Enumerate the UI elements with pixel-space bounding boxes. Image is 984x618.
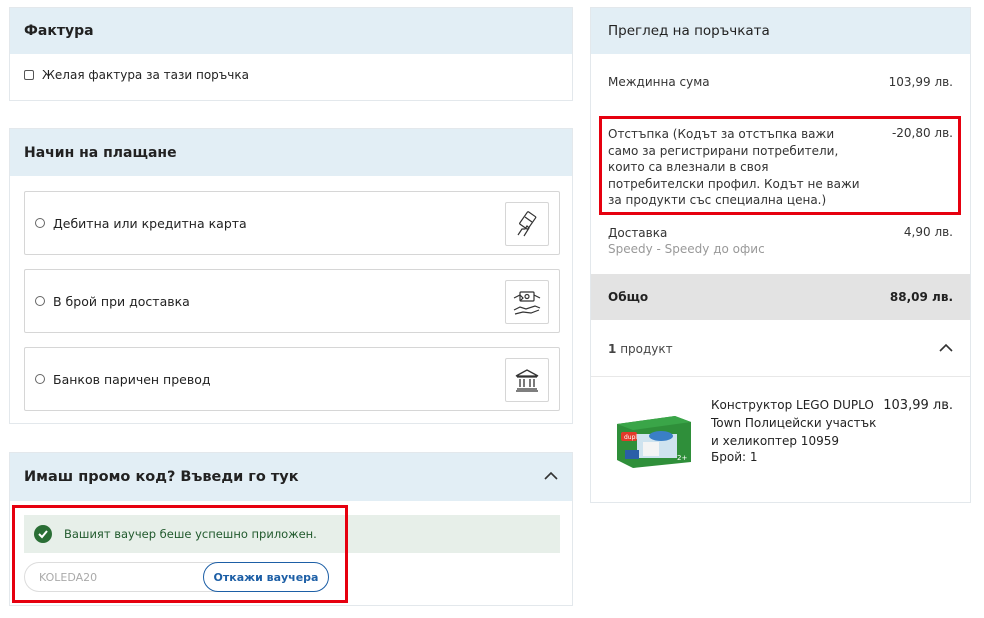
divider [591,376,970,377]
payment-radio-bank[interactable] [35,374,45,384]
invoice-card: Фактура Желая фактура за тази поръчка [9,7,573,101]
payment-option-card[interactable]: Дебитна или кредитна карта [24,191,560,255]
payment-option-label[interactable]: Дебитна или кредитна карта [53,216,247,231]
payment-radio-cash[interactable] [35,296,45,306]
payment-title: Начин на плащане [10,129,572,176]
summary-title: Преглед на поръчката [591,8,970,54]
invoice-checkbox-row[interactable]: Желая фактура за тази поръчка [10,54,572,82]
delivery-label: Доставка [608,226,668,240]
delivery-value: 4,90 лв. [903,225,953,239]
promo-title: Имаш промо код? Въведи го тук [24,469,299,485]
subtotal-label: Междинна сума [608,75,710,89]
payment-card: Начин на плащане Дебитна или кредитна ка… [9,128,573,424]
cash-handover-icon [505,280,549,324]
product-image[interactable]: duplo 2+ [613,412,693,468]
product-count-toggle[interactable]: 1 продукт [608,342,953,356]
subtotal-row: Междинна сума 103,99 лв. [608,75,953,89]
delivery-method: Speedy - Speedy до офис [608,242,765,256]
product-quantity: Брой: 1 [711,450,758,464]
product-name[interactable]: Конструктор LEGO DUPLO Town Полицейски у… [711,396,883,450]
card-hand-icon [505,202,549,246]
total-value: 88,09 лв. [889,290,953,304]
highlight-discount [599,116,961,215]
bank-icon [505,358,549,402]
product-price: 103,99 лв. [883,398,953,413]
chevron-up-icon[interactable] [939,342,953,356]
order-summary-card: Преглед на поръчката Междинна сума 103,9… [590,7,971,503]
payment-option-bank[interactable]: Банков паричен превод [24,347,560,411]
payment-radio-card[interactable] [35,218,45,228]
highlight-voucher [12,505,348,603]
svg-text:2+: 2+ [677,454,687,462]
subtotal-value: 103,99 лв. [888,75,953,89]
promo-header[interactable]: Имаш промо код? Въведи го тук [10,453,572,501]
invoice-title: Фактура [10,8,572,54]
delivery-row: Доставка Speedy - Speedy до офис 4,90 лв… [608,225,953,257]
product-count: 1 продукт [608,342,673,356]
invoice-checkbox-label[interactable]: Желая фактура за тази поръчка [42,68,249,82]
total-label: Общо [608,290,649,304]
invoice-checkbox[interactable] [24,70,34,80]
payment-option-label[interactable]: В брой при доставка [53,294,190,309]
payment-option-cash[interactable]: В брой при доставка [24,269,560,333]
payment-option-label[interactable]: Банков паричен превод [53,372,211,387]
chevron-up-icon[interactable] [544,469,558,485]
total-row: Общо 88,09 лв. [591,274,970,320]
